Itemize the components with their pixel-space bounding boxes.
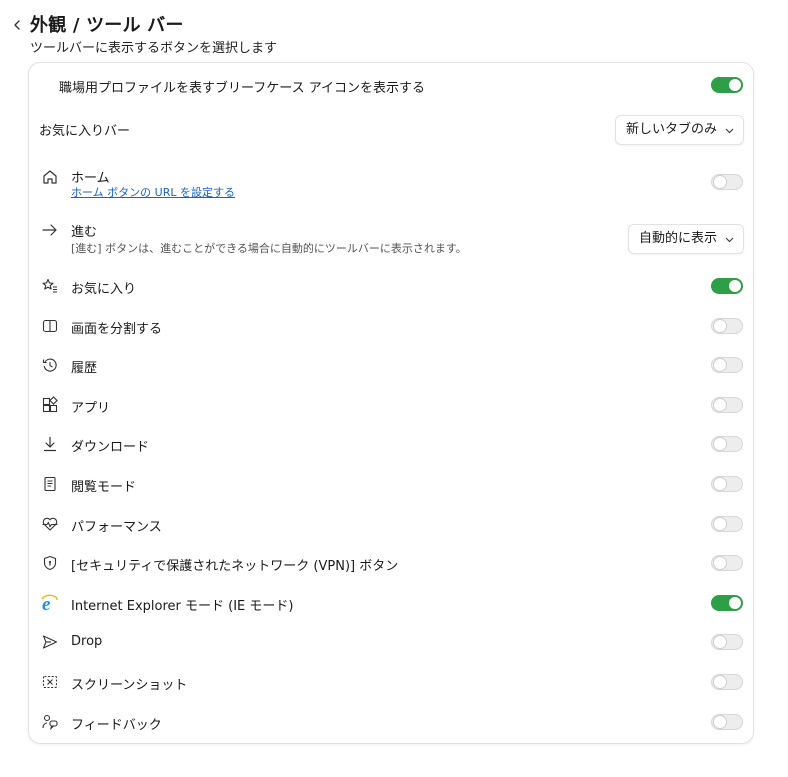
setting-label: Internet Explorer モード (IE モード)	[71, 598, 294, 614]
performance-toggle[interactable]	[711, 515, 743, 532]
setting-row-split-screen: 画面を分割する	[29, 311, 753, 349]
star-list-icon	[41, 277, 59, 295]
home-icon	[41, 168, 59, 186]
setting-row-feedback: フィードバック	[29, 707, 753, 745]
page-title: 外観 / ツール バー	[30, 15, 184, 36]
favorites-toggle[interactable]	[711, 278, 743, 294]
chevron-down-icon	[725, 128, 734, 134]
setting-label: [セキュリティで保護されたネットワーク (VPN)] ボタン	[71, 559, 399, 575]
reading-mode-icon	[41, 475, 59, 493]
setting-row-work-profile: 職場用プロファイルを表すブリーフケース アイコンを表示する	[29, 63, 753, 107]
shield-icon	[41, 554, 59, 572]
feedback-toggle[interactable]	[711, 713, 743, 730]
forward-dropdown[interactable]: 自動的に表示	[627, 224, 744, 254]
setting-row-reading-mode: 閲覧モード	[29, 469, 753, 507]
setting-description: [進む] ボタンは、進むことができる場合に自動的にツールバーに表示されます。	[71, 242, 467, 255]
setting-row-apps: アプリ	[29, 390, 753, 428]
downloads-toggle[interactable]	[711, 436, 743, 453]
apps-icon	[41, 395, 59, 414]
setting-row-downloads: ダウンロード	[29, 429, 753, 467]
setting-label: お気に入り	[71, 282, 137, 297]
dropdown-value: 自動的に表示	[638, 231, 717, 246]
send-icon	[41, 633, 59, 651]
ie-mode-toggle[interactable]	[711, 594, 743, 611]
setting-row-favorites-bar: お気に入りバー 新しいタブのみ	[29, 107, 753, 153]
dropdown-value: 新しいタブのみ	[625, 122, 717, 137]
setting-label: スクリーンショット	[71, 678, 188, 693]
setting-label: お気に入りバー	[39, 124, 131, 139]
setting-label: 進む	[71, 225, 98, 240]
heartbeat-icon	[41, 515, 59, 533]
split-screen-icon	[41, 317, 59, 335]
split-screen-toggle[interactable]	[711, 317, 743, 334]
setting-row-vpn: [セキュリティで保護されたネットワーク (VPN)] ボタン	[29, 548, 753, 586]
arrow-right-icon	[41, 221, 59, 239]
home-url-link[interactable]: ホーム ボタンの URL を設定する	[71, 184, 235, 200]
favorites-bar-dropdown[interactable]: 新しいタブのみ	[614, 115, 744, 145]
vpn-toggle[interactable]	[711, 555, 743, 572]
drop-toggle[interactable]	[711, 634, 743, 651]
setting-row-performance: パフォーマンス	[29, 509, 753, 547]
screenshot-toggle[interactable]	[711, 674, 743, 690]
setting-row-home: ホーム ホーム ボタンの URL を設定する	[29, 161, 753, 207]
setting-label: ダウンロード	[71, 440, 150, 456]
setting-label: 履歴	[71, 361, 98, 377]
chevron-down-icon	[725, 237, 734, 243]
setting-label: 閲覧モード	[71, 480, 137, 495]
back-chevron-icon[interactable]	[10, 17, 24, 33]
setting-row-ie-mode: e Internet Explorer モード (IE モード)	[29, 588, 753, 626]
home-toggle[interactable]	[711, 174, 743, 190]
toolbar-settings-card: 職場用プロファイルを表すブリーフケース アイコンを表示する お気に入りバー 新し…	[28, 62, 754, 744]
screenshot-icon	[41, 673, 59, 691]
setting-row-favorites: お気に入り	[29, 271, 753, 309]
history-toggle[interactable]	[711, 357, 743, 374]
setting-row-forward: 進む [進む] ボタンは、進むことができる場合に自動的にツールバーに表示されます…	[29, 213, 753, 263]
setting-label: 画面を分割する	[71, 321, 163, 337]
feedback-icon	[41, 713, 59, 731]
setting-row-drop: Drop	[29, 627, 753, 665]
setting-row-history: 履歴	[29, 350, 753, 388]
work-profile-toggle[interactable]	[711, 77, 743, 93]
setting-label: パフォーマンス	[71, 519, 162, 535]
reading-mode-toggle[interactable]	[711, 476, 743, 492]
page-subtitle: ツールバーに表示するボタンを選択します	[30, 41, 278, 56]
setting-label: アプリ	[71, 400, 111, 416]
internet-explorer-icon: e	[41, 594, 59, 612]
setting-label: フィードバック	[71, 717, 162, 733]
setting-label: Drop	[71, 634, 103, 650]
setting-row-screenshot: スクリーンショット	[29, 667, 753, 705]
apps-toggle[interactable]	[711, 396, 743, 413]
download-icon	[41, 435, 59, 453]
setting-label: 職場用プロファイルを表すブリーフケース アイコンを表示する	[59, 81, 426, 96]
history-icon	[41, 356, 59, 374]
